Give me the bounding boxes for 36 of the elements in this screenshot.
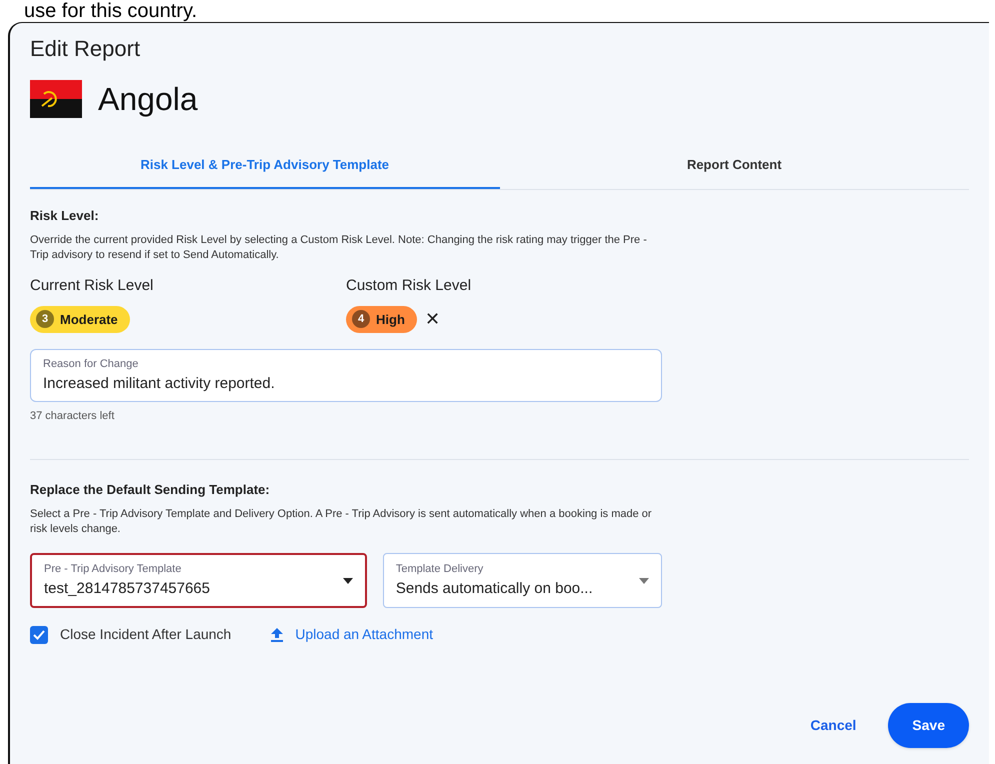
risk-number: 4	[352, 310, 370, 328]
upload-icon	[271, 628, 284, 642]
section-description: Select a Pre - Trip Advisory Template and Delivery Option. A Pre - Trip Advisory is sent automatically when a booking is made or risk levels change.	[30, 507, 653, 537]
cancel-button[interactable]: Cancel	[802, 707, 864, 744]
dialog-title: Edit Report	[30, 35, 142, 63]
caret-icon	[342, 578, 353, 584]
section-heading: Risk Level:	[30, 206, 100, 224]
reason-field[interactable]: Reason for Change Increased militant activity reported.	[30, 349, 662, 402]
country-name: Angola	[98, 80, 198, 119]
risk-number: 3	[36, 310, 54, 328]
save-button[interactable]: Save	[888, 703, 969, 748]
risk-label: Moderate	[60, 310, 118, 328]
field-value: Sends automatically on boo...	[396, 578, 594, 598]
field-value: Increased militant activity reported.	[43, 374, 276, 394]
tab[interactable]: Report Content	[500, 143, 969, 188]
dropdown-field[interactable]: Pre - Trip Advisory Template test_2814785737457665	[30, 553, 367, 608]
check-icon	[33, 630, 45, 640]
clear-button[interactable]: ✕	[424, 310, 440, 328]
section-description: Override the current provided Risk Level by selecting a Custom Risk Level. Note: Changing the risk rating may trigger the Pre - Trip advisory to resend if set to Send Automatically.	[30, 233, 648, 263]
field-label: Custom Risk Level	[346, 276, 472, 296]
flag-icon	[30, 80, 82, 118]
tab[interactable]: Risk Level & Pre-Trip Advisory Template	[30, 143, 500, 188]
caret-icon	[639, 578, 649, 584]
upload-link[interactable]: Upload an Attachment	[271, 624, 433, 645]
caption-text: use for this country.	[23, 0, 198, 22]
checkbox-label: Close Incident After Launch	[60, 625, 232, 644]
field-label: Reason for Change	[43, 357, 140, 372]
field-label: Template Delivery	[396, 562, 484, 577]
dropdown-field[interactable]: Template Delivery Sends automatically on boo...	[382, 553, 662, 608]
field-value: test_2814785737457665	[44, 578, 211, 598]
checkbox[interactable]	[30, 626, 48, 644]
field-label: Pre - Trip Advisory Template	[44, 562, 182, 577]
field-label: Current Risk Level	[30, 276, 154, 296]
character-count: 37 characters left	[30, 409, 116, 424]
section-heading: Replace the Default Sending Template:	[30, 480, 271, 499]
risk-label: High	[376, 310, 405, 329]
